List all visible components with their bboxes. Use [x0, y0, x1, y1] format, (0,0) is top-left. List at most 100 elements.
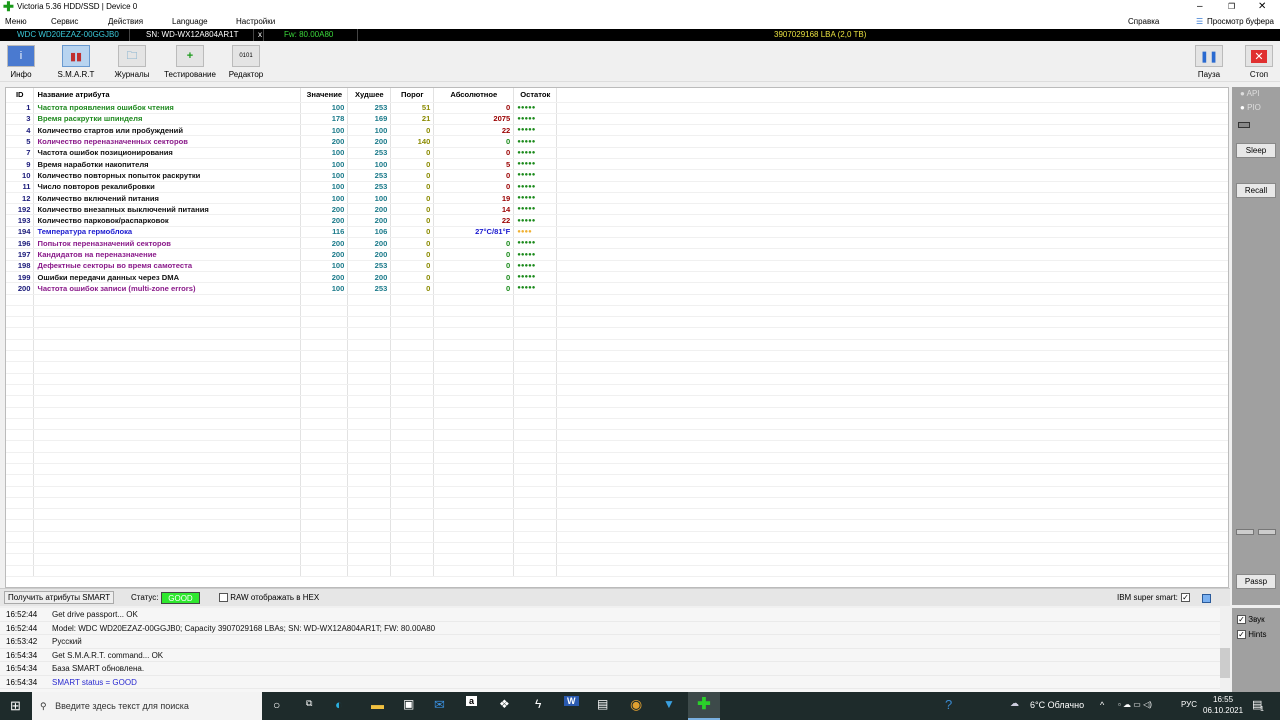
minimize-button[interactable]: – — [1197, 0, 1203, 14]
col-threshold[interactable]: Порог — [390, 88, 435, 103]
table-row[interactable]: 194 Температура гермоблока 116 106 0 27°C/81°… — [6, 226, 1228, 239]
empty-row — [6, 497, 1228, 510]
close-button[interactable]: ✕ — [1258, 0, 1266, 14]
table-row[interactable]: 11 Число повторов рекалибровки 100 253 0 0 ●●●… — [6, 181, 1228, 193]
empty-cell — [6, 327, 35, 340]
menu-help[interactable]: Справка — [1128, 14, 1159, 29]
passp-button[interactable]: Passp — [1236, 574, 1276, 589]
filler — [556, 124, 1228, 137]
menu-language[interactable]: Language — [172, 14, 208, 29]
table-row[interactable]: 4 Количество стартов или пробуждений 100 10… — [6, 124, 1228, 137]
table-row[interactable]: 193 Количество парковок/распарковок 200 200… — [6, 214, 1228, 227]
table-row[interactable]: 12 Количество включений питания 100 100 0 19 ●… — [6, 192, 1228, 205]
attr-health: ●●●●● — [513, 169, 558, 182]
clock-time[interactable]: 16:55 — [1213, 695, 1233, 704]
vpn-icon[interactable]: ▼ — [663, 697, 675, 711]
table-row[interactable]: 196 Попыток переназначений секторов 200 200… — [6, 237, 1228, 250]
menu-settings[interactable]: Настройки — [236, 14, 275, 29]
col-id[interactable]: ID — [6, 88, 35, 103]
sound-checkbox[interactable]: ✓ Звук — [1237, 615, 1265, 625]
table-row[interactable]: 7 Частота ошибок позиционирования 100 253 0 0… — [6, 147, 1228, 159]
raw-hex-checkbox[interactable]: RAW отображать в HEX — [219, 589, 319, 607]
empty-row — [6, 327, 1228, 340]
col-health[interactable]: Остаток — [513, 88, 558, 103]
smart-button[interactable]: ▮▮ S.M.A.R.T — [56, 45, 96, 79]
api-radio[interactable]: ● API — [1240, 89, 1260, 98]
get-smart-button[interactable]: Получить атрибуты SMART — [4, 591, 115, 604]
cortana-icon[interactable]: ○ — [273, 698, 280, 712]
smart-table[interactable]: ID Название атрибута Значение Худшее Пор… — [5, 87, 1229, 588]
clock-date[interactable]: 06.10.2021 — [1203, 706, 1243, 715]
table-row[interactable]: 5 Количество переназначенных секторов 200 2… — [6, 135, 1228, 148]
table-row[interactable]: 200 Частота ошибок записи (multi-zone err… — [6, 282, 1228, 295]
ibm-checkbox[interactable]: ✓ — [1181, 589, 1190, 607]
small-button-1[interactable] — [1236, 529, 1254, 535]
word-icon[interactable]: W — [564, 696, 579, 706]
editor-button[interactable]: 0101 Редактор — [225, 45, 267, 79]
log-entry: 16:54:34 База SMART обновлена. — [0, 662, 1230, 676]
table-row[interactable]: 198 Дефектные секторы во время самотеста 1… — [6, 260, 1228, 272]
empty-row — [6, 395, 1228, 408]
log-panel[interactable]: 16:52:44 Get drive passport... OK 16:52:44… — [0, 608, 1230, 692]
table-row[interactable]: 197 Кандидатов на переназначение 200 200 0 0 ●… — [6, 248, 1228, 261]
pio-radio[interactable]: ● PIO — [1240, 103, 1261, 112]
table-row[interactable]: 9 Время наработки накопителя 100 100 0 5 ●●●●● — [6, 158, 1228, 171]
weather-text[interactable]: 6°C Облачно — [1030, 700, 1084, 710]
task-view-icon[interactable]: ⧉ — [306, 698, 312, 709]
dropbox-icon[interactable]: ❖ — [499, 697, 510, 711]
table-row[interactable]: 192 Количество внезапных выключений питан… — [6, 203, 1228, 216]
empty-cell — [556, 361, 1228, 374]
empty-cell — [513, 294, 558, 306]
tray-chevron-icon[interactable]: ^ — [1100, 700, 1104, 710]
menu-service[interactable]: Сервис — [51, 14, 78, 29]
taskbar-search[interactable]: ⚲ Введите здесь текст для поиска — [32, 692, 262, 720]
amazon-icon[interactable]: a — [466, 696, 478, 706]
scrollbar-thumb[interactable] — [1220, 648, 1230, 678]
language-indicator[interactable]: РУС — [1181, 700, 1197, 709]
table-row[interactable]: 1 Частота проявления ошибок чтения 100 253 5… — [6, 102, 1228, 114]
explorer-icon[interactable]: ▬ — [371, 697, 384, 712]
stop-button[interactable]: ✕ Стоп — [1244, 45, 1274, 79]
col-name[interactable]: Название атрибута — [33, 88, 302, 103]
windows-start-icon[interactable]: ⊞ — [10, 698, 21, 714]
col-value[interactable]: Значение — [300, 88, 349, 103]
maximize-button[interactable]: ❐ — [1228, 0, 1235, 14]
chrome-icon[interactable]: ◉ — [630, 696, 642, 713]
pause-button[interactable]: ❚❚ Пауза — [1194, 45, 1224, 79]
logs-button[interactable]: 🗀 Журналы — [112, 45, 152, 79]
menu-buffer[interactable]: Просмотр буфера — [1207, 14, 1274, 29]
hints-checkbox[interactable]: ✓ Hints — [1237, 630, 1266, 640]
filler — [556, 102, 1228, 114]
info-button[interactable]: i Инфо — [6, 45, 36, 79]
store-icon[interactable]: ▣ — [403, 697, 414, 711]
mail-icon[interactable]: ✉ — [434, 697, 445, 713]
col-worst[interactable]: Худшее — [347, 88, 392, 103]
empty-cell — [390, 418, 435, 431]
log-scrollbar[interactable] — [1220, 608, 1230, 692]
sleep-button[interactable]: Sleep — [1236, 143, 1276, 158]
empty-cell — [347, 418, 392, 431]
menu-actions[interactable]: Действия — [108, 14, 143, 29]
help-icon[interactable]: ? — [945, 697, 952, 712]
tray-icons[interactable]: ▫ ☁ ▭ ◁) — [1118, 700, 1152, 709]
empty-cell — [513, 553, 558, 566]
empty-cell — [300, 407, 349, 419]
table-row[interactable]: 199 Ошибки передачи данных через DMA 200 20… — [6, 271, 1228, 284]
app2-icon[interactable]: ▤ — [597, 697, 608, 711]
device-model[interactable]: WDC WD20EZAZ-00GGJB0 — [0, 29, 130, 41]
menu-main[interactable]: Меню — [5, 14, 27, 29]
device-close-button[interactable]: x — [254, 29, 264, 41]
filler — [556, 226, 1228, 239]
small-button-2[interactable] — [1258, 529, 1276, 535]
empty-cell — [556, 373, 1228, 385]
edge-icon[interactable]: ◐ — [335, 697, 343, 712]
table-row[interactable]: 10 Количество повторных попыток раскрутки… — [6, 169, 1228, 182]
table-row[interactable]: 3 Время раскрутки шпинделя 178 169 21 2075 ●●●… — [6, 113, 1228, 126]
col-raw[interactable]: Абсолютное — [433, 88, 515, 103]
test-label: Тестирование — [164, 70, 216, 79]
app-icon[interactable]: ϟ — [535, 697, 541, 711]
empty-cell — [347, 316, 392, 329]
recall-button[interactable]: Recall — [1236, 183, 1276, 198]
test-button[interactable]: + Тестирование — [160, 45, 220, 79]
victoria-taskbar-icon[interactable]: ✚ — [688, 692, 720, 720]
